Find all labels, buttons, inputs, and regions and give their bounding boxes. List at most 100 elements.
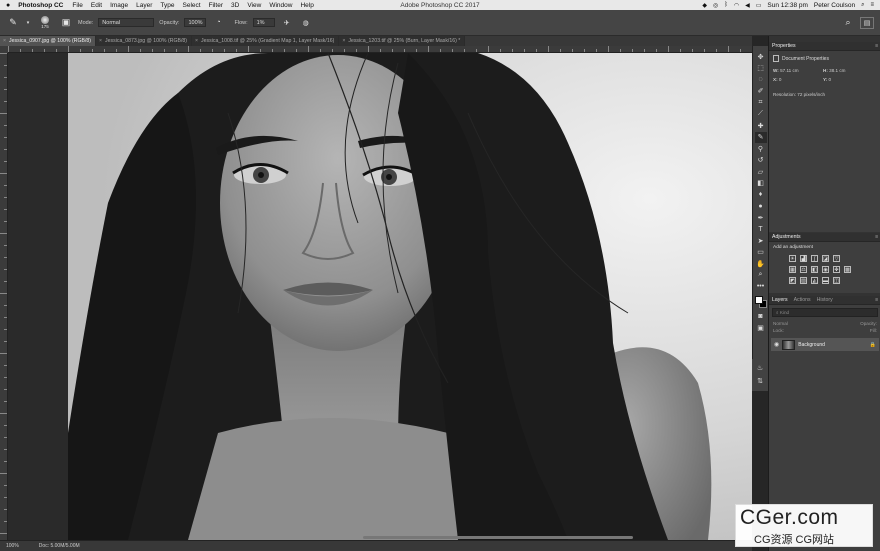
brush-tool-icon[interactable]: ✎ — [6, 16, 20, 30]
menu-image[interactable]: Image — [110, 2, 128, 9]
workspace-switcher-icon[interactable]: ▤ — [860, 16, 874, 29]
exposure-icon[interactable]: ◪ — [822, 255, 829, 262]
menu-layer[interactable]: Layer — [136, 2, 152, 9]
fill-label[interactable]: Fill: — [870, 328, 877, 333]
blur-tool-icon[interactable]: ♦ — [755, 189, 767, 201]
tab-adjustments[interactable]: Adjustments — [772, 234, 801, 240]
color-lookup-icon[interactable]: ▩ — [844, 266, 851, 273]
mode-select[interactable]: Normal — [98, 18, 155, 27]
menu-3d[interactable]: 3D — [231, 2, 239, 9]
pressure-opacity-icon[interactable]: ◔ — [211, 16, 225, 30]
menu-help[interactable]: Help — [300, 2, 313, 9]
tab-jessica-0873[interactable]: × Jessica_0873.jpg @ 100% (RGB/8) — [96, 36, 192, 46]
color-balance-icon[interactable]: ⚖ — [800, 266, 807, 273]
y-field[interactable]: Y: 0 — [823, 75, 873, 84]
tab-jessica-1008[interactable]: × Jessica_1008.tif @ 25% (Gradient Map 1… — [192, 36, 340, 46]
posterize-icon[interactable]: ▨ — [800, 277, 807, 284]
search-icon[interactable]: ⌕ — [841, 16, 855, 30]
vertical-ruler[interactable] — [0, 53, 8, 540]
foreground-color[interactable] — [754, 295, 763, 304]
type-tool-icon[interactable]: T — [755, 224, 767, 236]
dropbox-icon[interactable]: ◆ — [702, 2, 707, 9]
volume-icon[interactable]: ◀ — [745, 2, 750, 9]
selective-color-icon[interactable]: ◫ — [833, 277, 840, 284]
brush-preset-picker[interactable]: 175 — [36, 15, 54, 31]
bluetooth-icon[interactable]: ᛒ — [724, 2, 728, 8]
wifi-icon[interactable]: ◠ — [734, 2, 739, 9]
zoom-level[interactable]: 100% — [6, 543, 19, 549]
creative-cloud-icon[interactable]: ◎ — [713, 2, 718, 9]
marquee-tool-icon[interactable]: ⬚ — [755, 63, 767, 75]
close-icon[interactable]: × — [195, 38, 198, 44]
healing-brush-tool-icon[interactable]: ✚ — [755, 120, 767, 132]
color-swatches[interactable] — [754, 295, 768, 309]
quick-mask-icon[interactable]: ◙ — [755, 311, 767, 323]
blend-mode-select[interactable]: Normal — [773, 321, 788, 326]
tab-jessica-0907[interactable]: × Jessica_0907.jpg @ 100% (RGB/8) — [0, 36, 96, 46]
x-field[interactable]: X: 0 — [773, 75, 823, 84]
levels-icon[interactable]: ▟ — [800, 255, 807, 262]
more-tools-icon[interactable]: ••• — [755, 281, 767, 293]
rectangle-tool-icon[interactable]: ▭ — [755, 247, 767, 259]
menu-file[interactable]: File — [72, 2, 82, 9]
eye-icon[interactable]: ◉ — [774, 341, 779, 348]
tab-actions[interactable]: Actions — [794, 297, 811, 303]
menu-view[interactable]: View — [247, 2, 261, 9]
zoom-tool-icon[interactable]: ⌕ — [755, 270, 767, 282]
clock[interactable]: Sun 12:38 pm — [767, 2, 807, 9]
channel-mixer-icon[interactable]: ✤ — [833, 266, 840, 273]
chevron-down-icon[interactable]: ▾ — [25, 16, 31, 30]
crop-tool-icon[interactable]: ⌗ — [755, 97, 767, 109]
portrait-photo[interactable] — [68, 53, 752, 540]
airbrush-icon[interactable]: ✈ — [280, 16, 294, 30]
layer-filter-field[interactable]: ⌕ Kind — [772, 308, 878, 317]
apple-icon[interactable]: ● — [6, 2, 10, 9]
black-white-icon[interactable]: ◧ — [811, 266, 818, 273]
gradient-tool-icon[interactable]: ◧ — [755, 178, 767, 190]
vibrance-icon[interactable]: ▽ — [833, 255, 840, 262]
brush-panel-icon[interactable]: ▣ — [59, 16, 73, 30]
quick-select-tool-icon[interactable]: ✐ — [755, 86, 767, 98]
close-icon[interactable]: × — [3, 38, 6, 44]
tab-jessica-1203[interactable]: × Jessica_1203.tif @ 25% (Burn, Layer Ma… — [339, 36, 466, 46]
menu-type[interactable]: Type — [160, 2, 174, 9]
opacity-field[interactable]: 100% — [184, 18, 207, 27]
adjustments-icon[interactable]: ⇅ — [754, 376, 766, 388]
tab-layers[interactable]: Layers — [772, 297, 788, 303]
brush-settings-icon[interactable]: ♨ — [754, 362, 766, 374]
invert-icon[interactable]: ◩ — [789, 277, 796, 284]
panel-menu-icon[interactable]: ≡ — [875, 297, 878, 303]
path-selection-tool-icon[interactable]: ➤ — [755, 235, 767, 247]
battery-icon[interactable]: ▭ — [756, 2, 762, 9]
hand-tool-icon[interactable]: ✋ — [755, 258, 767, 270]
hue-saturation-icon[interactable]: ▦ — [789, 266, 796, 273]
eraser-tool-icon[interactable]: ▱ — [755, 166, 767, 178]
tab-history[interactable]: History — [817, 297, 833, 303]
panel-menu-icon[interactable]: ≡ — [875, 43, 878, 49]
brush-tool-icon[interactable]: ✎ — [754, 131, 767, 143]
move-tool-icon[interactable]: ✥ — [755, 51, 767, 63]
clone-stamp-tool-icon[interactable]: ⚲ — [755, 143, 767, 155]
layer-background[interactable]: ◉ Background 🔒 — [771, 338, 879, 351]
close-icon[interactable]: × — [342, 38, 345, 44]
threshold-icon[interactable]: ◭ — [811, 277, 818, 284]
doc-size[interactable]: Doc: 5.00M/5.00M — [39, 543, 80, 549]
screen-mode-icon[interactable]: ▣ — [755, 322, 767, 334]
menu-filter[interactable]: Filter — [209, 2, 223, 9]
menu-select[interactable]: Select — [183, 2, 201, 9]
pen-tool-icon[interactable]: ✒ — [755, 212, 767, 224]
dodge-tool-icon[interactable]: ● — [755, 201, 767, 213]
width-field[interactable]: W: 57.11 cm — [773, 66, 823, 75]
ruler-corner[interactable] — [0, 46, 8, 53]
height-field[interactable]: H: 38.1 cm — [823, 66, 873, 75]
user-name[interactable]: Peter Coulson — [814, 2, 855, 9]
panel-menu-icon[interactable]: ≡ — [875, 234, 878, 240]
pressure-size-icon[interactable]: ◍ — [299, 16, 313, 30]
menu-list-icon[interactable]: ≡ — [870, 2, 874, 8]
tab-properties[interactable]: Properties — [772, 43, 796, 49]
lock-icon[interactable]: 🔒 — [870, 342, 876, 348]
horizontal-scrollbar[interactable] — [363, 536, 633, 539]
document-canvas[interactable] — [8, 53, 752, 540]
menu-edit[interactable]: Edit — [91, 2, 102, 9]
app-menu[interactable]: Photoshop CC — [18, 2, 63, 9]
